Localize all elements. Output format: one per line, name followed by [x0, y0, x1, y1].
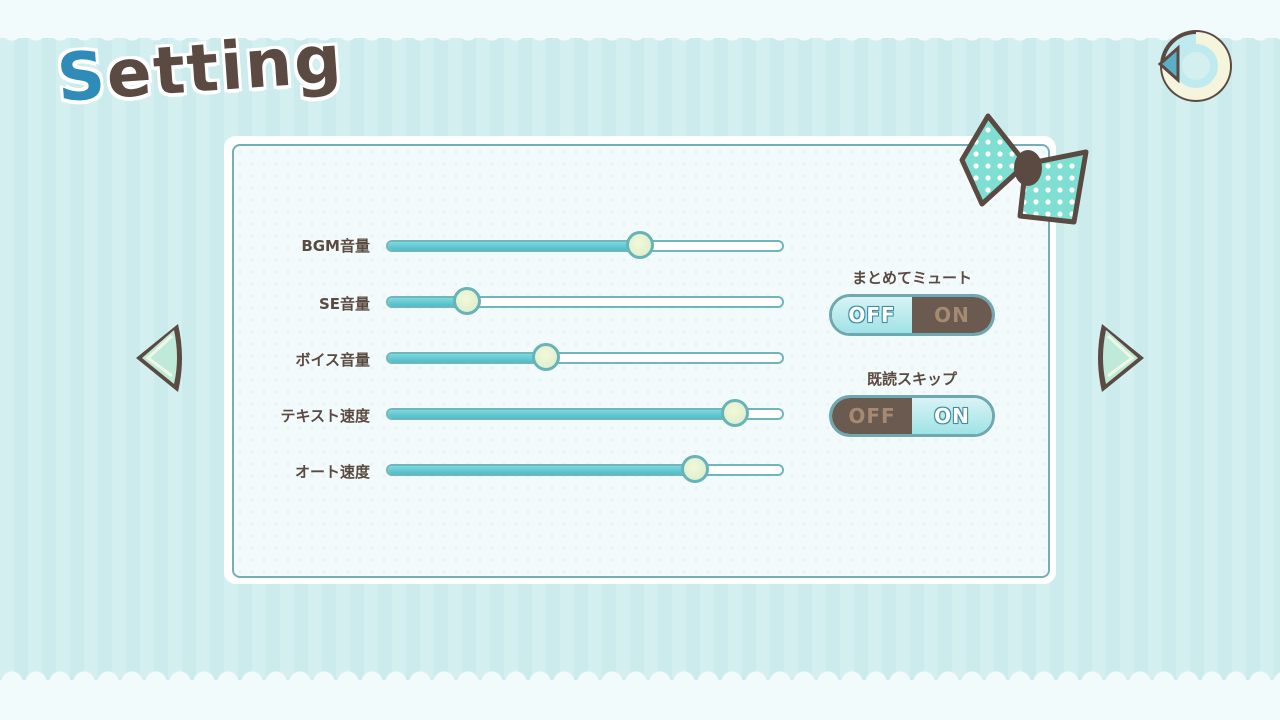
se-volume-label: SE音量 — [318, 295, 370, 313]
voice-volume-slider[interactable] — [386, 343, 784, 371]
slider-knob[interactable] — [531, 343, 560, 371]
voice-volume-label: ボイス音量 — [295, 351, 370, 369]
mute-all-off-option[interactable]: OFF — [832, 297, 912, 333]
mute-all-on-option[interactable]: ON — [912, 297, 992, 333]
skip-read-on-option[interactable]: ON — [912, 398, 992, 434]
skip-read-label: 既読スキップ — [866, 370, 957, 388]
text-speed-slider[interactable] — [386, 399, 784, 427]
slider-knob[interactable] — [626, 231, 655, 259]
skip-read-off-option[interactable]: OFF — [832, 398, 912, 434]
mute-all-label: まとめてミュート — [851, 269, 972, 287]
se-volume-slider[interactable] — [386, 287, 784, 315]
lace-border-bottom — [0, 662, 1280, 720]
left-arrow-icon[interactable] — [128, 318, 184, 398]
bgm-volume-slider[interactable] — [386, 231, 784, 259]
bgm-volume-label: BGM音量 — [301, 237, 370, 255]
auto-speed-label: オート速度 — [294, 463, 370, 481]
back-button[interactable] — [1154, 24, 1238, 108]
ribbon-bow-decoration — [959, 113, 1089, 225]
slider-fill — [388, 354, 546, 362]
slider-knob[interactable] — [720, 399, 749, 427]
text-speed-label: テキスト速度 — [280, 407, 370, 425]
mute-all-toggle[interactable]: OFF ON — [829, 294, 995, 336]
slider-knob[interactable] — [452, 287, 481, 315]
skip-read-toggle[interactable]: OFF ON — [829, 395, 995, 437]
return-arrow-icon — [1157, 30, 1232, 102]
slider-fill — [388, 466, 696, 474]
right-arrow-icon[interactable] — [1096, 318, 1152, 398]
slider-fill — [388, 410, 735, 418]
auto-speed-slider[interactable] — [386, 455, 784, 483]
slider-fill — [388, 242, 641, 250]
